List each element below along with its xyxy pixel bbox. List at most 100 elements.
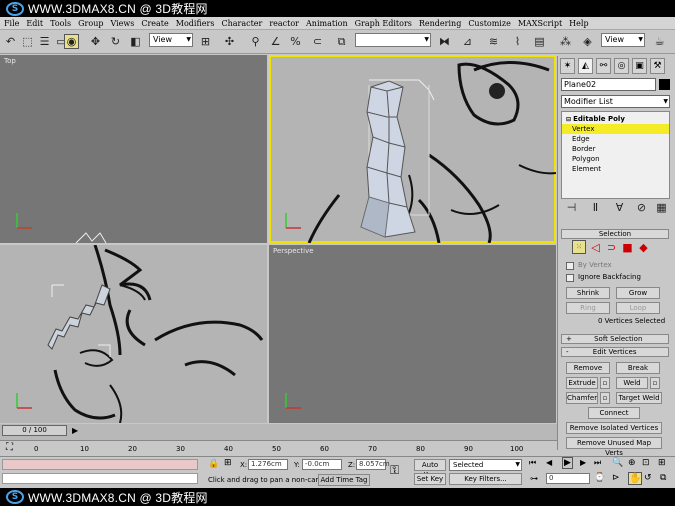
undo-icon[interactable]: ↶ xyxy=(3,34,18,49)
menu-modifiers[interactable]: Modifiers xyxy=(176,19,215,28)
zoom-all-icon[interactable]: ⊕ xyxy=(628,458,636,468)
selection-rollout-header[interactable]: Selection xyxy=(561,229,669,239)
select-rotate-icon[interactable]: ↻ xyxy=(108,34,123,49)
viewport-perspective[interactable]: Perspective xyxy=(269,245,556,423)
modify-tab-icon[interactable]: ◭ xyxy=(578,58,593,74)
element-mode-icon[interactable]: ◆ xyxy=(636,240,651,255)
set-key-button[interactable]: Set Key xyxy=(414,473,446,485)
create-tab-icon[interactable]: ✶ xyxy=(560,58,575,74)
menu-customize[interactable]: Customize xyxy=(468,19,511,28)
render-scene-icon[interactable]: ◈ xyxy=(580,34,595,49)
extrude-button[interactable]: Extrude xyxy=(566,377,598,389)
menu-character[interactable]: Character xyxy=(221,19,262,28)
by-vertex-checkbox[interactable] xyxy=(566,262,574,270)
layer-manager-icon[interactable]: ≋ xyxy=(486,34,501,49)
next-frame-icon[interactable]: ▶ xyxy=(72,426,78,435)
show-end-result-icon[interactable]: Ⅱ xyxy=(588,200,603,215)
maximize-viewport-icon[interactable]: ⧉ xyxy=(660,473,666,483)
edge-mode-icon[interactable]: ◁ xyxy=(588,240,603,255)
chamfer-button[interactable]: Chamfer xyxy=(566,392,598,404)
x-coordinate-field[interactable]: 1.276cm xyxy=(248,459,288,470)
menu-views[interactable]: Views xyxy=(110,19,134,28)
key-mode-dropdown[interactable]: Selected xyxy=(449,459,522,471)
target-weld-button[interactable]: Target Weld xyxy=(616,392,662,404)
absolute-mode-icon[interactable]: ⊞ xyxy=(224,458,232,468)
next-key-icon[interactable]: ▶ xyxy=(580,458,586,467)
add-time-tag-button[interactable]: Add Time Tag xyxy=(318,474,370,486)
remove-modifier-icon[interactable]: ⊘ xyxy=(634,200,649,215)
maxscript-listener-field[interactable] xyxy=(2,459,198,470)
vertex-mode-icon[interactable]: ⁙ xyxy=(572,240,586,254)
edit-vertices-rollout[interactable]: - Edit Vertices xyxy=(561,347,669,357)
hierarchy-tab-icon[interactable]: ⚯ xyxy=(596,58,611,74)
viewport-left[interactable] xyxy=(0,245,267,423)
select-manipulate-icon[interactable]: ✣ xyxy=(222,34,237,49)
weld-settings-button[interactable]: ▫ xyxy=(650,377,660,389)
stack-item-editable-poly[interactable]: ⊟ Editable Poly xyxy=(566,114,625,124)
auto-key-button[interactable]: Auto Key xyxy=(414,459,446,479)
object-name-field[interactable]: Plane02 xyxy=(561,78,656,91)
menu-file[interactable]: File xyxy=(4,19,19,28)
align-icon[interactable]: ⊿ xyxy=(460,34,475,49)
material-editor-icon[interactable]: ⁂ xyxy=(558,34,573,49)
weld-button[interactable]: Weld xyxy=(616,377,648,389)
stack-item-polygon[interactable]: Polygon xyxy=(572,154,600,164)
schematic-view-icon[interactable]: ▤ xyxy=(532,34,547,49)
field-of-view-icon[interactable]: ⊳ xyxy=(612,473,620,483)
stack-item-element[interactable]: Element xyxy=(572,164,601,174)
pan-view-icon[interactable]: ✋ xyxy=(628,472,643,485)
remove-unused-map-verts-button[interactable]: Remove Unused Map Verts xyxy=(566,437,662,457)
menu-graph-editors[interactable]: Graph Editors xyxy=(355,19,412,28)
chamfer-settings-button[interactable]: ▫ xyxy=(600,392,610,404)
polygon-mode-icon[interactable]: ■ xyxy=(620,240,635,255)
angle-snap-icon[interactable]: ∠ xyxy=(268,34,283,49)
utilities-tab-icon[interactable]: ⚒ xyxy=(650,58,665,74)
select-scale-icon[interactable]: ◧ xyxy=(128,34,143,49)
key-mode-toggle-icon[interactable]: ⊶ xyxy=(530,474,538,483)
render-type-dropdown[interactable]: View xyxy=(601,33,645,47)
window-crossing-icon[interactable]: ◉ xyxy=(64,34,79,49)
menu-reactor[interactable]: reactor xyxy=(269,19,299,28)
select-move-icon[interactable]: ✥ xyxy=(88,34,103,49)
quick-render-icon[interactable]: ☕ xyxy=(652,34,667,49)
pivot-center-icon[interactable]: ⊞ xyxy=(198,34,213,49)
configure-modifier-sets-icon[interactable]: ▦ xyxy=(654,200,669,215)
motion-tab-icon[interactable]: ◎ xyxy=(614,58,629,74)
reference-coordinate-dropdown[interactable]: View xyxy=(149,33,193,47)
menu-create[interactable]: Create xyxy=(141,19,168,28)
named-selection-icon[interactable]: ⧉ xyxy=(334,34,349,49)
mirror-icon[interactable]: ⧓ xyxy=(437,34,452,49)
connect-button[interactable]: Connect xyxy=(588,407,640,419)
snaps-toggle-icon[interactable]: ⚲ xyxy=(248,34,263,49)
time-slider[interactable]: 0 / 100 xyxy=(2,425,67,436)
ignore-backfacing-checkbox[interactable] xyxy=(566,274,574,282)
goto-end-icon[interactable]: ⏭ xyxy=(594,458,601,468)
select-object-icon[interactable]: ⬚ xyxy=(20,34,35,49)
object-color-swatch[interactable] xyxy=(659,79,670,90)
key-filters-button[interactable]: Key Filters... xyxy=(449,473,522,485)
stack-item-edge[interactable]: Edge xyxy=(572,134,590,144)
shrink-button[interactable]: Shrink xyxy=(566,287,610,299)
ring-button[interactable]: Ring xyxy=(566,302,610,314)
maxscript-output-field[interactable] xyxy=(2,473,198,484)
make-unique-icon[interactable]: ∀ xyxy=(612,200,627,215)
select-by-name-icon[interactable]: ☰ xyxy=(37,34,52,49)
named-selection-sets-dropdown[interactable] xyxy=(355,33,431,47)
menu-edit[interactable]: Edit xyxy=(26,19,43,28)
menu-rendering[interactable]: Rendering xyxy=(419,19,461,28)
menu-group[interactable]: Group xyxy=(78,19,103,28)
menu-tools[interactable]: Tools xyxy=(50,19,71,28)
menu-animation[interactable]: Animation xyxy=(306,19,348,28)
zoom-extents-all-icon[interactable]: ⊞ xyxy=(658,458,666,468)
previous-frame-icon[interactable]: ◀ xyxy=(546,458,552,467)
menu-maxscript[interactable]: MAXScript xyxy=(518,19,562,28)
display-tab-icon[interactable]: ▣ xyxy=(632,58,647,74)
arc-rotate-icon[interactable]: ↺ xyxy=(644,473,652,483)
y-coordinate-field[interactable]: -0.0cm xyxy=(302,459,342,470)
lock-selection-icon[interactable]: 🔒 xyxy=(208,459,219,469)
track-bar-icon[interactable]: ⛶ xyxy=(6,442,13,453)
remove-isolated-vertices-button[interactable]: Remove Isolated Vertices xyxy=(566,422,662,434)
zoom-extents-icon[interactable]: ⊡ xyxy=(642,458,650,468)
grow-button[interactable]: Grow xyxy=(616,287,660,299)
stack-item-border[interactable]: Border xyxy=(572,144,595,154)
